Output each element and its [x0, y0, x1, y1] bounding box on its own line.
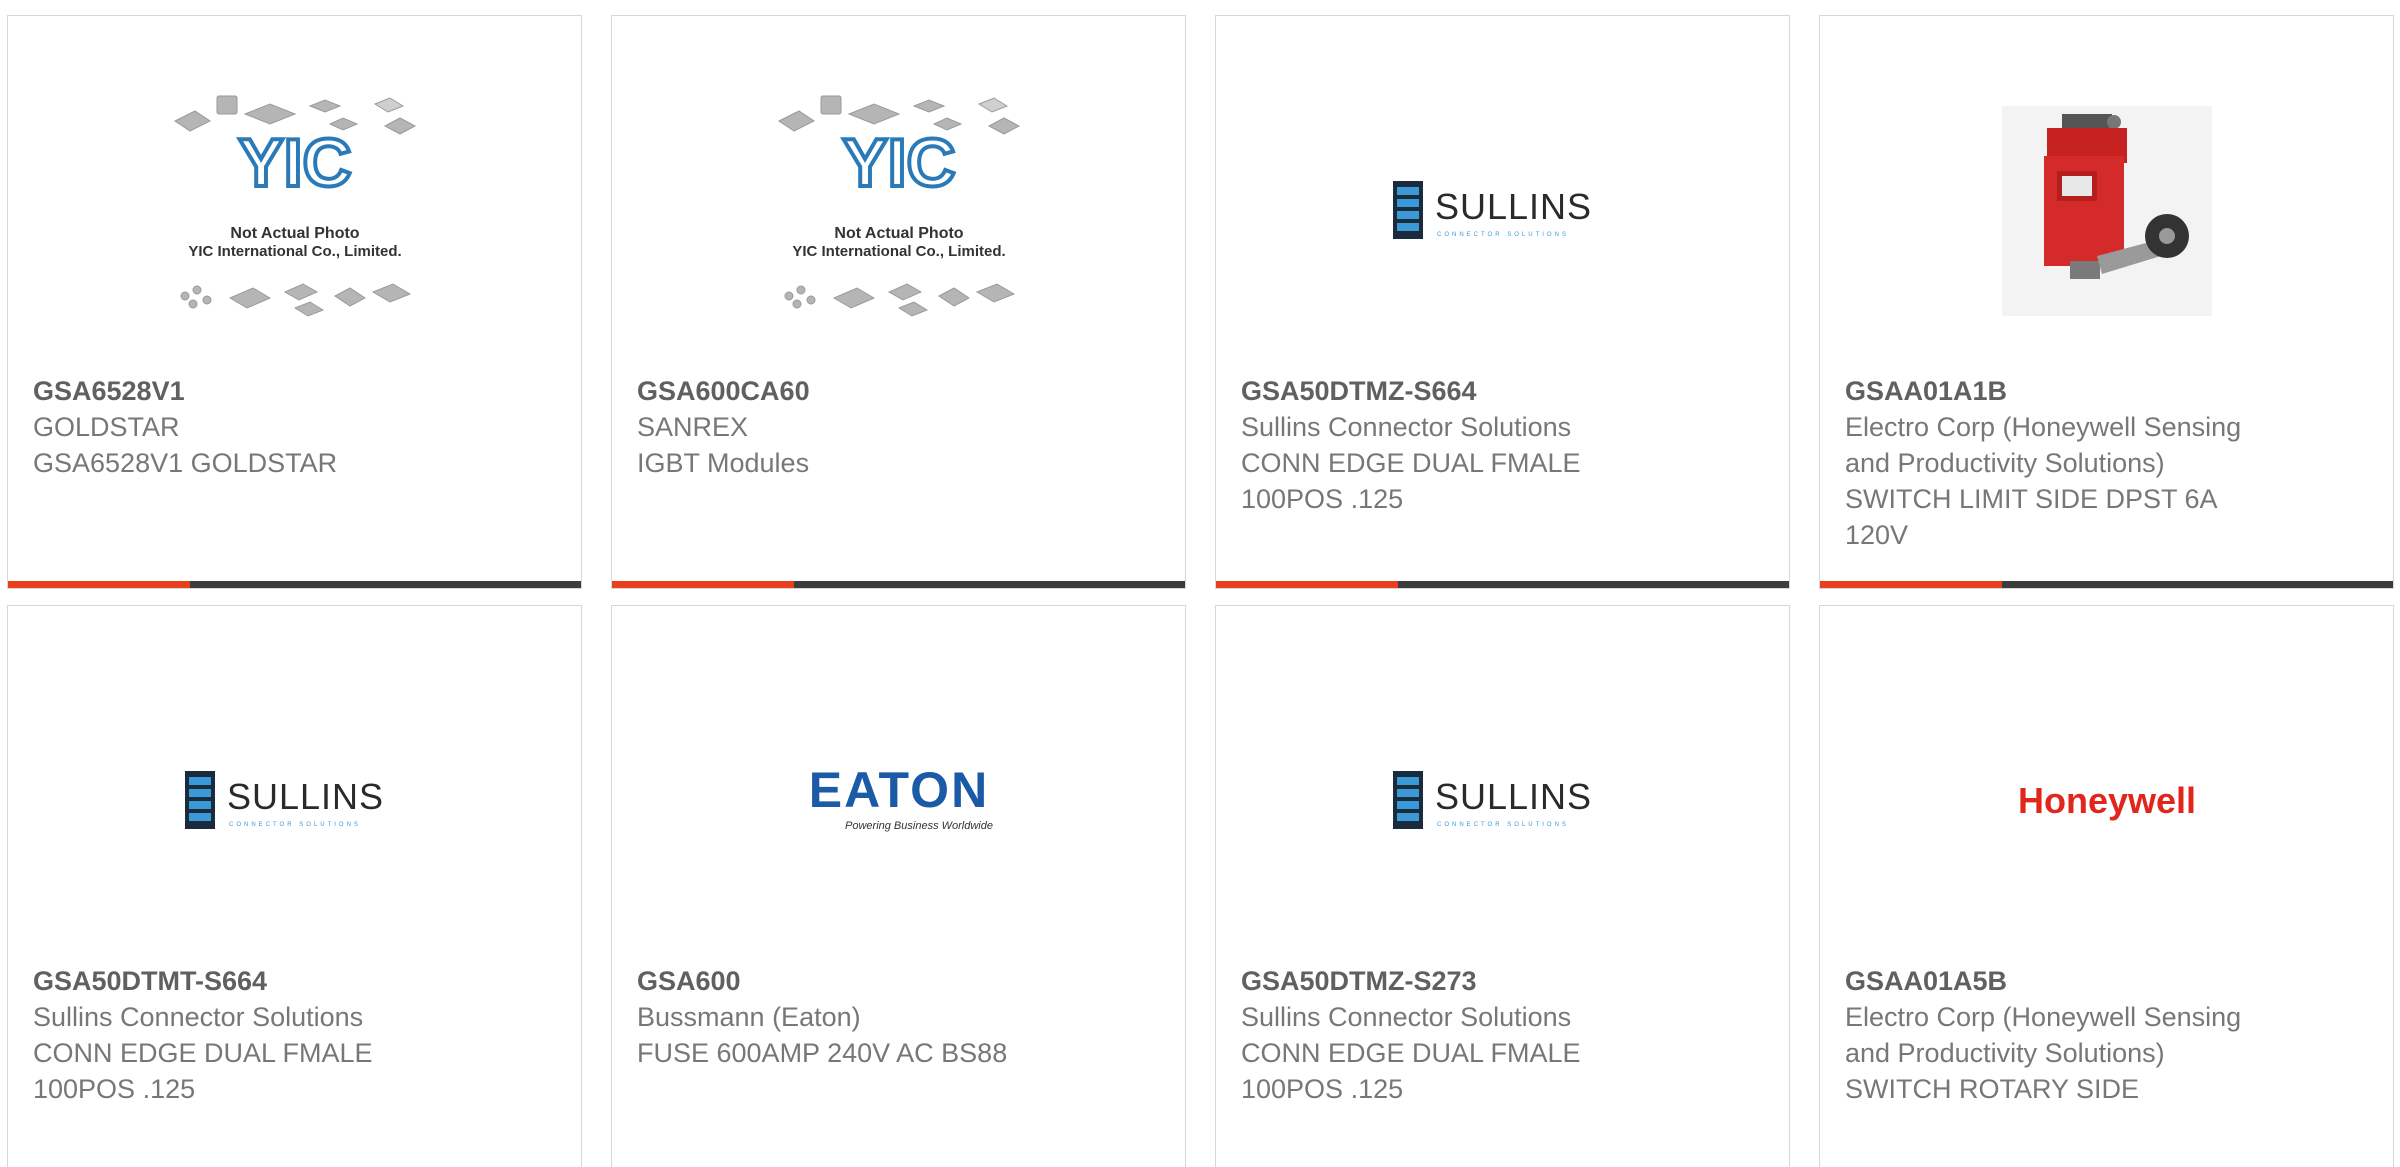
- description: GSA6528V1 GOLDSTAR: [33, 448, 338, 478]
- manufacturer: Sullins Connector Solutions: [1241, 412, 1572, 442]
- part-number-link[interactable]: GSA600: [637, 963, 1077, 999]
- product-card[interactable]: YIC Not Actual Photo YIC International C…: [611, 15, 1186, 589]
- product-card[interactable]: SULLINS CONNECTOR SOLUTIONS GSA50DTMZ-S6…: [1215, 15, 1790, 589]
- manufacturer: SANREX: [637, 412, 749, 442]
- honeywell-logo: Honeywell: [2017, 780, 2195, 821]
- manufacturer: Bussmann (Eaton): [637, 1002, 861, 1032]
- manufacturer: Electro Corp (Honeywell Sensing and Prod…: [1845, 1002, 2242, 1068]
- eaton-logo: EATON Powering Business Worldwide: [808, 762, 993, 832]
- svg-text:CONNECTOR SOLUTIONS: CONNECTOR SOLUTIONS: [1437, 232, 1569, 238]
- yic-placeholder-image: YIC Not Actual Photo YIC International C…: [173, 95, 416, 317]
- svg-text:YIC: YIC: [842, 125, 955, 201]
- sullins-logo: SULLINS CONNECTOR SOLUTIONS: [184, 771, 384, 829]
- svg-text:SULLINS: SULLINS: [227, 776, 384, 817]
- svg-text:Not Actual Photo: Not Actual Photo: [834, 225, 963, 242]
- sullins-logo: SULLINS CONNECTOR SOLUTIONS: [1392, 771, 1592, 829]
- product-grid: YIC Not Actual Photo YIC International C…: [0, 0, 2400, 1167]
- svg-text:YIC International Co., Limited: YIC International Co., Limited.: [188, 243, 401, 260]
- product-card[interactable]: SULLINS CONNECTOR SOLUTIONS GSA50DTMT-S6…: [7, 605, 582, 1167]
- svg-text:SULLINS: SULLINS: [1435, 186, 1592, 227]
- card-accent-bar: [612, 581, 1185, 588]
- svg-text:CONNECTOR SOLUTIONS: CONNECTOR SOLUTIONS: [1437, 822, 1569, 828]
- product-card[interactable]: GSAA01A1B Electro Corp (Honeywell Sensin…: [1819, 15, 2394, 589]
- svg-text:CONNECTOR SOLUTIONS: CONNECTOR SOLUTIONS: [229, 822, 361, 828]
- manufacturer: Electro Corp (Honeywell Sensing and Prod…: [1845, 412, 2242, 478]
- manufacturer: GOLDSTAR: [33, 412, 180, 442]
- card-accent-bar: [1820, 581, 2393, 588]
- svg-text:YIC: YIC: [238, 125, 351, 201]
- part-number-link[interactable]: GSAA01A1B: [1845, 373, 2285, 409]
- description: IGBT Modules: [637, 448, 810, 478]
- svg-text:Honeywell: Honeywell: [2017, 780, 2195, 821]
- card-accent-bar: [1216, 581, 1789, 588]
- description: CONN EDGE DUAL FMALE 100POS .125: [1241, 448, 1581, 514]
- description: SWITCH LIMIT SIDE DPST 6A 120V: [1845, 484, 2217, 550]
- svg-text:SULLINS: SULLINS: [1435, 776, 1592, 817]
- description: CONN EDGE DUAL FMALE 100POS .125: [33, 1038, 373, 1104]
- svg-text:Not Actual Photo: Not Actual Photo: [230, 225, 359, 242]
- product-image[interactable]: EATON Powering Business Worldwide: [612, 646, 1185, 956]
- limit-switch-photo: [2001, 106, 2212, 316]
- product-image[interactable]: SULLINS CONNECTOR SOLUTIONS: [8, 646, 581, 956]
- description: SWITCH ROTARY SIDE: [1845, 1074, 2140, 1104]
- svg-text:YIC International Co., Limited: YIC International Co., Limited.: [792, 243, 1005, 260]
- manufacturer: Sullins Connector Solutions: [1241, 1002, 1572, 1032]
- product-card[interactable]: SULLINS CONNECTOR SOLUTIONS GSA50DTMZ-S2…: [1215, 605, 1790, 1167]
- part-number-link[interactable]: GSAA01A5B: [1845, 963, 2285, 999]
- card-accent-bar: [8, 581, 581, 588]
- part-number-link[interactable]: GSA50DTMT-S664: [33, 963, 473, 999]
- part-number-link[interactable]: GSA600CA60: [637, 373, 1077, 409]
- manufacturer: Sullins Connector Solutions: [33, 1002, 364, 1032]
- svg-text:EATON: EATON: [808, 762, 988, 818]
- product-card[interactable]: Honeywell GSAA01A5B Electro Corp (Honeyw…: [1819, 605, 2394, 1167]
- part-number-link[interactable]: GSA50DTMZ-S664: [1241, 373, 1681, 409]
- yic-placeholder-image: YIC Not Actual Photo YIC International C…: [777, 95, 1020, 317]
- svg-text:Powering Business Worldwide: Powering Business Worldwide: [845, 820, 993, 832]
- product-image[interactable]: SULLINS CONNECTOR SOLUTIONS: [1216, 56, 1789, 366]
- description: CONN EDGE DUAL FMALE 100POS .125: [1241, 1038, 1581, 1104]
- product-image[interactable]: SULLINS CONNECTOR SOLUTIONS: [1216, 646, 1789, 956]
- part-number-link[interactable]: GSA6528V1: [33, 373, 473, 409]
- product-card[interactable]: EATON Powering Business Worldwide GSA600…: [611, 605, 1186, 1167]
- product-image[interactable]: Honeywell: [1820, 646, 2393, 956]
- product-image[interactable]: YIC Not Actual Photo YIC International C…: [612, 56, 1185, 366]
- product-card[interactable]: YIC Not Actual Photo YIC International C…: [7, 15, 582, 589]
- product-image[interactable]: [1820, 56, 2393, 366]
- description: FUSE 600AMP 240V AC BS88: [637, 1038, 1008, 1068]
- part-number-link[interactable]: GSA50DTMZ-S273: [1241, 963, 1681, 999]
- product-image[interactable]: YIC Not Actual Photo YIC International C…: [8, 56, 581, 366]
- sullins-logo: SULLINS CONNECTOR SOLUTIONS: [1392, 181, 1592, 239]
